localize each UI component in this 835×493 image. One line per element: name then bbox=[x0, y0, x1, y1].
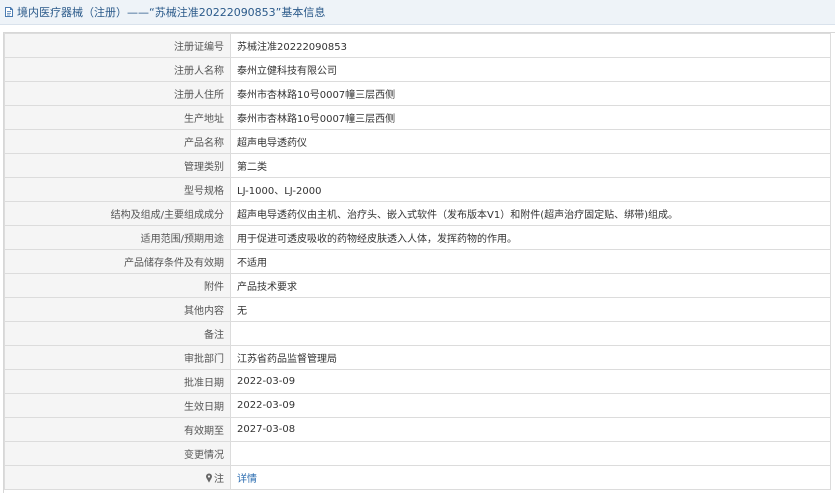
table-row: 注册人名称 泰州立健科技有限公司 bbox=[4, 57, 831, 82]
note-label: 注 bbox=[214, 474, 224, 485]
row-value bbox=[230, 441, 831, 466]
row-value: 超声电导透药仪由主机、治疗头、嵌入式软件（发布版本V1）和附件(超声治疗固定贴、… bbox=[230, 201, 831, 226]
table-row: 其他内容 无 bbox=[4, 297, 831, 322]
row-label: 产品名称 bbox=[4, 129, 231, 154]
row-label: 型号规格 bbox=[4, 177, 231, 202]
page-header: 境内医疗器械（注册）——“苏械注准20222090853”基本信息 bbox=[0, 0, 835, 25]
row-label: 有效期至 bbox=[4, 417, 231, 442]
row-value: 无 bbox=[230, 297, 831, 322]
row-value: 2022-03-09 bbox=[230, 369, 831, 394]
row-value: 第二类 bbox=[230, 153, 831, 178]
table-row: 有效期至 2027-03-08 bbox=[4, 417, 831, 442]
row-value: 2027-03-08 bbox=[230, 417, 831, 442]
row-label: 批准日期 bbox=[4, 369, 231, 394]
table-row: 管理类别 第二类 bbox=[4, 153, 831, 178]
page-title: 境内医疗器械（注册）——“苏械注准20222090853”基本信息 bbox=[17, 6, 326, 19]
table-row: 产品储存条件及有效期 不适用 bbox=[4, 249, 831, 274]
table-row: 注册人住所 泰州市杏林路10号0007幢三层西侧 bbox=[4, 81, 831, 106]
note-label-cell: 注 bbox=[4, 465, 231, 490]
document-icon bbox=[5, 7, 13, 17]
row-label: 注册人住所 bbox=[4, 81, 231, 106]
row-value bbox=[230, 321, 831, 346]
details-link[interactable]: 详情 bbox=[237, 474, 257, 485]
row-label: 生产地址 bbox=[4, 105, 231, 130]
row-value: 用于促进可透皮吸收的药物经皮肤透入人体，发挥药物的作用。 bbox=[230, 225, 831, 250]
row-value: 苏械注准20222090853 bbox=[230, 33, 831, 58]
row-label: 审批部门 bbox=[4, 345, 231, 370]
table-row: 型号规格 LJ-1000、LJ-2000 bbox=[4, 177, 831, 202]
row-label: 备注 bbox=[4, 321, 231, 346]
row-value: 江苏省药品监督管理局 bbox=[230, 345, 831, 370]
row-label: 结构及组成/主要组成成分 bbox=[4, 201, 231, 226]
table-row: 注册证编号 苏械注准20222090853 bbox=[4, 33, 831, 58]
note-row: 注 详情 bbox=[4, 465, 831, 490]
row-value: 泰州立健科技有限公司 bbox=[230, 57, 831, 82]
row-label: 产品储存条件及有效期 bbox=[4, 249, 231, 274]
row-label: 变更情况 bbox=[4, 441, 231, 466]
row-value: 泰州市杏林路10号0007幢三层西侧 bbox=[230, 81, 831, 106]
table-row: 备注 bbox=[4, 321, 831, 346]
row-value: 不适用 bbox=[230, 249, 831, 274]
row-label: 适用范围/预期用途 bbox=[4, 225, 231, 250]
table-row: 生产地址 泰州市杏林路10号0007幢三层西侧 bbox=[4, 105, 831, 130]
table-row: 产品名称 超声电导透药仪 bbox=[4, 129, 831, 154]
row-value: 泰州市杏林路10号0007幢三层西侧 bbox=[230, 105, 831, 130]
table-row: 审批部门 江苏省药品监督管理局 bbox=[4, 345, 831, 370]
row-value: 产品技术要求 bbox=[230, 273, 831, 298]
row-value: LJ-1000、LJ-2000 bbox=[230, 177, 831, 202]
row-label: 生效日期 bbox=[4, 393, 231, 418]
row-label: 注册证编号 bbox=[4, 33, 231, 58]
row-label: 管理类别 bbox=[4, 153, 231, 178]
pin-icon bbox=[206, 473, 212, 483]
row-label: 其他内容 bbox=[4, 297, 231, 322]
row-value: 2022-03-09 bbox=[230, 393, 831, 418]
table-row: 生效日期 2022-03-09 bbox=[4, 393, 831, 418]
table-row: 变更情况 bbox=[4, 441, 831, 466]
table-row: 附件 产品技术要求 bbox=[4, 273, 831, 298]
info-panel: 注册证编号 苏械注准20222090853 注册人名称 泰州立健科技有限公司 注… bbox=[3, 32, 835, 493]
table-row: 批准日期 2022-03-09 bbox=[4, 369, 831, 394]
row-label: 注册人名称 bbox=[4, 57, 231, 82]
table-row: 结构及组成/主要组成成分 超声电导透药仪由主机、治疗头、嵌入式软件（发布版本V1… bbox=[4, 201, 831, 226]
table-row: 适用范围/预期用途 用于促进可透皮吸收的药物经皮肤透入人体，发挥药物的作用。 bbox=[4, 225, 831, 250]
info-table: 注册证编号 苏械注准20222090853 注册人名称 泰州立健科技有限公司 注… bbox=[4, 33, 831, 490]
row-value: 超声电导透药仪 bbox=[230, 129, 831, 154]
row-label: 附件 bbox=[4, 273, 231, 298]
note-value-cell: 详情 bbox=[230, 465, 831, 490]
